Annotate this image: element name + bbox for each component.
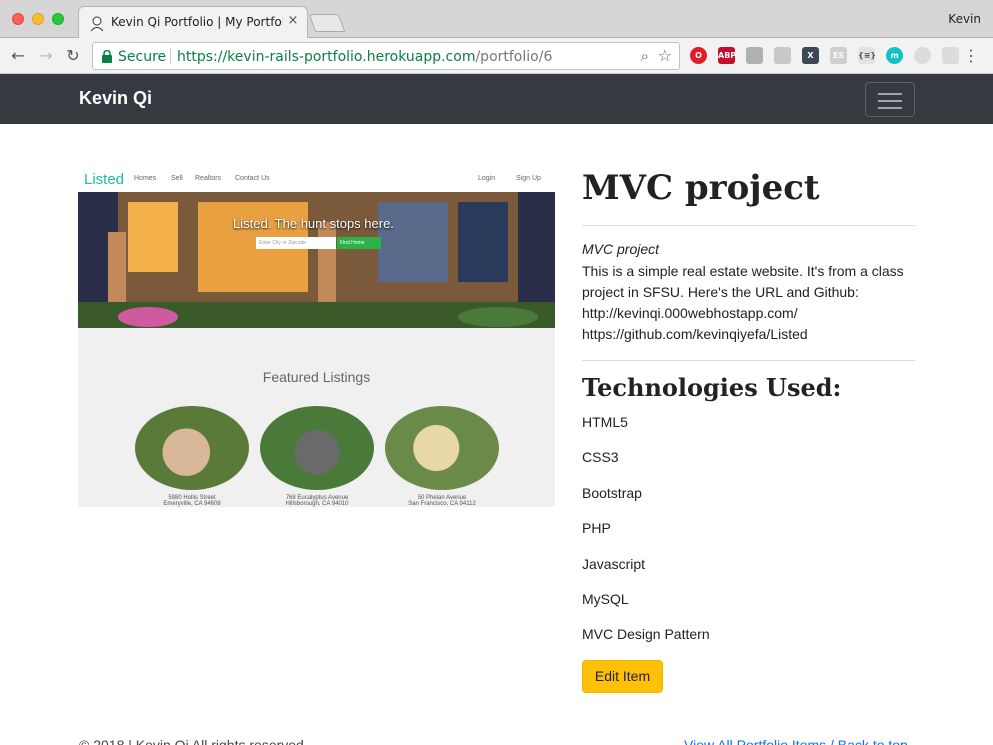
hamburger-bar (878, 107, 902, 109)
new-tab-button[interactable] (308, 14, 346, 32)
back-arrow-icon[interactable]: ← (8, 46, 28, 66)
site-navbar: Kevin Qi (0, 74, 993, 124)
download-extension-icon[interactable] (774, 47, 791, 64)
listing-city: Emeryville, CA 94608 (163, 501, 221, 507)
zoom-icon[interactable]: ⌕ (641, 47, 649, 65)
project-title: MVC project (582, 168, 820, 208)
json-extension-icon[interactable]: {≡} (858, 47, 876, 64)
project-screenshot-image: Listed Homes Sell Realtors Contact Us Lo… (78, 168, 555, 507)
es-extension-icon[interactable]: ES (830, 47, 847, 64)
maximize-window-button[interactable] (52, 13, 64, 25)
technology-item: CSS3 (582, 449, 619, 465)
listing-city: Hillsborough, CA 94010 (285, 501, 349, 507)
screenshot-search-input: Enter City or Zipcode (256, 237, 336, 249)
forward-arrow-icon[interactable]: → (36, 46, 56, 66)
technologies-heading: Technologies Used: (582, 373, 842, 402)
x-extension-icon[interactable]: X (802, 47, 819, 64)
house-hero-illustration (78, 192, 555, 328)
circle-extension-icon[interactable] (914, 47, 931, 64)
screenshot-tagline: Listed. The hunt stops here. (233, 216, 394, 231)
profile-name[interactable]: Kevin (948, 12, 981, 26)
bookmark-star-icon[interactable]: ☆ (658, 46, 672, 65)
listing-caption: 5980 Hollis Street Emeryville, CA 94608 (127, 495, 257, 507)
browser-toolbar: ← → ↻ Secure https://kevin-rails-portfol… (0, 38, 993, 74)
close-tab-icon[interactable]: × (285, 13, 301, 29)
listing-city: San Francisco, CA 94112 (408, 501, 476, 507)
edit-item-button[interactable]: Edit Item (582, 660, 663, 693)
screenshot-hero: Listed. The hunt stops here. Enter City … (78, 192, 555, 328)
tab-title: Kevin Qi Portfolio | My Portfolio (111, 15, 283, 29)
description-line: This is a simple real estate website. It… (582, 263, 904, 279)
m-extension-icon[interactable]: m (886, 47, 903, 64)
address-divider (170, 48, 171, 64)
secure-label: Secure (118, 49, 167, 65)
technology-item: Javascript (582, 556, 646, 572)
screenshot-nav-link: Contact Us (235, 175, 270, 182)
listing-caption: 50 Phelan Avenue San Francisco, CA 94112 (377, 495, 507, 507)
url-path: /portfolio/6 (475, 49, 553, 65)
minimize-window-button[interactable] (32, 13, 44, 25)
description-divider (582, 360, 915, 361)
screenshot-login: Login (478, 175, 496, 182)
listing-photo (385, 406, 499, 490)
screenshot-signup: Sign Up (516, 175, 541, 182)
technology-item: MVC Design Pattern (582, 626, 710, 642)
address-bar[interactable]: Secure https://kevin-rails-portfolio.her… (92, 42, 680, 70)
navbar-brand[interactable]: Kevin Qi (79, 88, 152, 109)
screenshot-nav: Listed Homes Sell Realtors Contact Us Lo… (78, 168, 555, 192)
url-text[interactable]: https://kevin-rails-portfolio.herokuapp.… (177, 49, 552, 65)
hamburger-bar (878, 100, 902, 102)
reload-icon[interactable]: ↻ (63, 46, 83, 66)
square-extension-icon[interactable] (942, 47, 959, 64)
listing-photo (135, 406, 249, 490)
description-github: https://github.com/kevinqiyefa/Listed (582, 326, 808, 342)
technology-item: Bootstrap (582, 485, 642, 501)
listing-caption: 768 Eucalyptus Avenue Hillsborough, CA 9… (252, 495, 382, 507)
browser-tab-strip: Kevin Qi Portfolio | My Portfolio × Kevi… (0, 0, 993, 38)
shield-extension-icon[interactable] (746, 47, 763, 64)
description-url: http://kevinqi.000webhostapp.com/ (582, 305, 798, 321)
screenshot-nav-link: Realtors (195, 175, 222, 182)
technology-item: PHP (582, 520, 611, 536)
screenshot-find-button: Find Home (337, 237, 381, 249)
technology-item: MySQL (582, 591, 629, 607)
close-window-button[interactable] (12, 13, 24, 25)
footer-links[interactable]: View All Portfolio Items / Back to top (684, 737, 908, 745)
technology-item: HTML5 (582, 414, 628, 430)
screenshot-nav-link: Sell (171, 175, 183, 182)
listing-photo (260, 406, 374, 490)
opera-icon[interactable]: O (690, 47, 707, 64)
adblock-plus-icon[interactable]: ABP (718, 47, 736, 64)
url-host: https://kevin-rails-portfolio.herokuapp.… (177, 49, 476, 65)
hamburger-bar (878, 93, 902, 95)
lock-icon (102, 50, 112, 63)
portrait-favicon-icon (90, 16, 104, 31)
screenshot-nav-link: Homes (134, 175, 157, 182)
browser-menu-icon[interactable]: ⋮ (963, 46, 979, 65)
browser-tab-active[interactable]: Kevin Qi Portfolio | My Portfolio × (78, 6, 308, 38)
footer-copyright: © 2018 | Kevin Qi All rights reserved (79, 737, 304, 745)
screenshot-featured-title: Featured Listings (262, 369, 371, 385)
listed-logo: Listed (84, 171, 125, 188)
title-divider (582, 225, 915, 226)
project-subtitle: MVC project (582, 241, 660, 257)
navbar-toggler-button[interactable] (865, 82, 915, 117)
description-line: project in SFSU. Here's the URL and Gith… (582, 284, 859, 300)
